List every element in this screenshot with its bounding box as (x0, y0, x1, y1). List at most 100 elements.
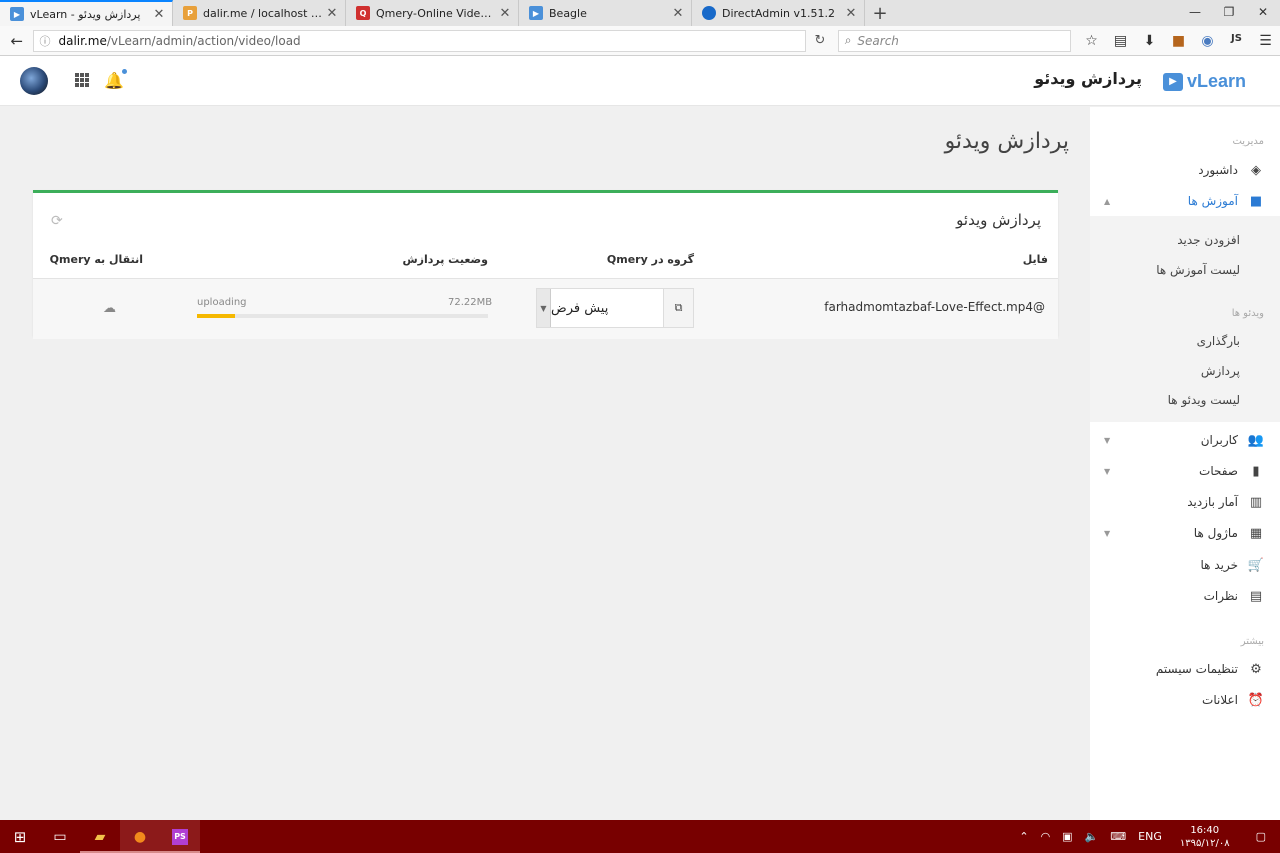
browser-toolbar-icons: ☆ ▤ ⬇ ■ ◉ JS ☰ (1077, 33, 1280, 49)
browser-tab-qmery[interactable]: Q Qmery-Online Video Platf... ✕ (346, 0, 519, 26)
users-icon: 👥 (1247, 432, 1264, 448)
tab-title: Qmery-Online Video Platf... (376, 6, 498, 20)
tab-title: Beagle (549, 6, 587, 20)
windows-start-icon[interactable]: ⊞ (0, 820, 40, 853)
sidebar-item-label: اعلانات (1202, 693, 1238, 707)
progress-fill (197, 314, 235, 318)
language-indicator[interactable]: ENG (1132, 830, 1168, 843)
globe-extension-icon[interactable]: ◉ (1193, 33, 1222, 49)
new-tab-button[interactable]: + (865, 0, 895, 26)
sidebar: مدیریت ◈ داشبورد ■ آموزش ها ▲ افزودن جدی… (1090, 107, 1280, 820)
close-tab-icon[interactable]: ✕ (325, 6, 339, 21)
download-icon[interactable]: ⬇ (1135, 33, 1164, 49)
close-tab-icon[interactable]: ✕ (152, 7, 166, 22)
action-center-icon[interactable]: ▢ (1242, 830, 1280, 843)
sidebar-subitem-courses-list[interactable]: لیست آموزش ها (1156, 263, 1240, 277)
sidebar-item-label: صفحات (1199, 464, 1238, 478)
keyboard-icon[interactable]: ⌨ (1104, 830, 1132, 843)
progress-bar (197, 314, 488, 318)
back-arrow-icon[interactable]: ← (5, 29, 29, 53)
chevron-down-icon[interactable]: ▼ (537, 289, 551, 327)
sidebar-subitem-upload[interactable]: بارگذاری (1197, 334, 1240, 348)
sidebar-item-purchases[interactable]: 🛒 خرید ها (1090, 550, 1280, 580)
sidebar-item-users[interactable]: 👥 کاربران ▼ (1090, 425, 1280, 455)
brand-name: vLearn (1186, 71, 1246, 91)
sidebar-item-courses[interactable]: ■ آموزش ها ▲ (1090, 186, 1280, 216)
processing-status: uploading (197, 297, 247, 308)
add-playlist-icon[interactable]: ⧉ (663, 289, 693, 327)
address-bar[interactable]: ⓘ dalir.me/vLearn/admin/action/video/loa… (32, 29, 807, 52)
js-extension-icon[interactable]: JS (1222, 33, 1251, 49)
extension-icon[interactable]: ■ (1164, 33, 1193, 49)
beagle-favicon-icon: ▶ (529, 6, 543, 20)
alarm-icon: ⏰ (1247, 692, 1264, 708)
firefox-icon[interactable]: ● (120, 820, 160, 853)
brand-logo[interactable]: ▶ vLearn (1162, 71, 1246, 92)
notification-bell-icon[interactable]: 🔔 (104, 69, 127, 90)
browser-tab-directadmin[interactable]: DirectAdmin v1.51.2 ✕ (692, 0, 865, 26)
phpmyadmin-favicon-icon: P (183, 6, 197, 20)
browser-search-box[interactable]: ⌕ Search (837, 29, 1071, 52)
chevron-down-icon: ▼ (1104, 435, 1111, 445)
close-window-icon[interactable]: ✕ (1246, 0, 1280, 26)
browser-tab-vlearn[interactable]: ▶ vLearn - پردازش ویدئو ✕ (0, 0, 173, 26)
clock[interactable]: 16:40 ۱۳۹۵/۱۲/۰۸ (1168, 824, 1242, 850)
cloud-upload-icon[interactable]: ☁ (103, 301, 116, 316)
refresh-icon[interactable]: ⟳ (51, 213, 63, 229)
close-tab-icon[interactable]: ✕ (671, 6, 685, 21)
group-select-value[interactable]: پیش فرض (551, 289, 663, 327)
reload-icon[interactable]: ↻ (806, 33, 833, 48)
reading-list-icon[interactable]: ▤ (1106, 33, 1135, 49)
sidebar-item-settings[interactable]: ⚙ تنظیمات سیستم (1090, 654, 1280, 684)
sidebar-subitem-add-new[interactable]: افزودن جدید (1177, 233, 1240, 247)
app-header: 🔔 پردازش ویدئو ▶ vLearn (0, 56, 1280, 106)
minimize-icon[interactable]: — (1178, 0, 1212, 26)
sidebar-item-comments[interactable]: ▤ نظرات (1090, 581, 1280, 611)
column-header-status: وضعیت پردازش (402, 253, 488, 266)
tab-title: dalir.me / localhost / nrpd... (203, 6, 325, 20)
file-icon: ▮ (1252, 463, 1260, 479)
module-grid-icon: ▦ (1249, 525, 1263, 541)
close-tab-icon[interactable]: ✕ (498, 6, 512, 21)
system-tray: ⌃ ◠ ▣ 🔈 ⌨ ENG 16:40 ۱۳۹۵/۱۲/۰۸ ▢ (1013, 820, 1280, 853)
column-header-transfer: انتقال به Qmery (49, 253, 143, 266)
chevron-up-icon[interactable]: ⌃ (1013, 830, 1034, 843)
url-host: dalir.me (58, 33, 107, 48)
volume-icon[interactable]: 🔈 (1079, 830, 1105, 843)
browser-tab-strip: ▶ vLearn - پردازش ویدئو ✕ P dalir.me / l… (0, 0, 1280, 26)
task-view-icon[interactable]: ▭ (40, 820, 80, 853)
tab-title: DirectAdmin v1.51.2 (722, 6, 835, 20)
close-tab-icon[interactable]: ✕ (844, 6, 858, 21)
site-info-icon[interactable]: ⓘ (40, 33, 51, 49)
avatar[interactable] (20, 67, 48, 95)
page-title: پردازش ویدئو (944, 129, 1069, 154)
file-explorer-icon[interactable]: ▰ (80, 820, 120, 853)
chevron-up-icon: ▲ (1104, 196, 1111, 206)
sidebar-item-stats[interactable]: ▥ آمار بازدید (1090, 487, 1280, 517)
sidebar-item-notifications[interactable]: ⏰ اعلانات (1090, 685, 1280, 715)
bar-chart-icon: ▥ (1249, 494, 1263, 510)
qmery-group-select[interactable]: ▼ پیش فرض ⧉ (536, 288, 694, 328)
bookmark-star-icon[interactable]: ☆ (1077, 33, 1106, 49)
browser-tab-phpmyadmin[interactable]: P dalir.me / localhost / nrpd... ✕ (173, 0, 346, 26)
phpstorm-icon[interactable]: PS (160, 820, 200, 853)
window-controls: — ❐ ✕ (1178, 0, 1280, 26)
directadmin-favicon-icon (702, 6, 716, 20)
restore-icon[interactable]: ❐ (1212, 0, 1246, 26)
sidebar-item-dashboard[interactable]: ◈ داشبورد (1090, 155, 1280, 185)
sidebar-subitem-processing[interactable]: پردازش (1201, 364, 1240, 378)
sidebar-item-label: نظرات (1203, 589, 1238, 603)
menu-hamburger-icon[interactable]: ☰ (1251, 33, 1280, 49)
sidebar-item-pages[interactable]: ▮ صفحات ▼ (1090, 456, 1280, 486)
qmery-favicon-icon: Q (356, 6, 370, 20)
browser-tab-beagle[interactable]: ▶ Beagle ✕ (519, 0, 692, 26)
play-logo-icon: ▶ (1162, 72, 1183, 91)
network-icon[interactable]: ▣ (1056, 830, 1078, 843)
sidebar-item-modules[interactable]: ▦ ماژول ها ▼ (1090, 518, 1280, 548)
comment-icon: ▤ (1249, 588, 1263, 604)
video-processing-card: پردازش ویدئو ⟳ فایل گروه در Qmery وضعیت … (33, 190, 1058, 339)
sidebar-subitem-videos-list[interactable]: لیست ویدئو ها (1168, 393, 1240, 407)
chevron-down-icon: ▼ (1104, 466, 1111, 476)
wifi-icon[interactable]: ◠ (1035, 830, 1057, 843)
apps-grid-icon[interactable] (75, 73, 89, 87)
